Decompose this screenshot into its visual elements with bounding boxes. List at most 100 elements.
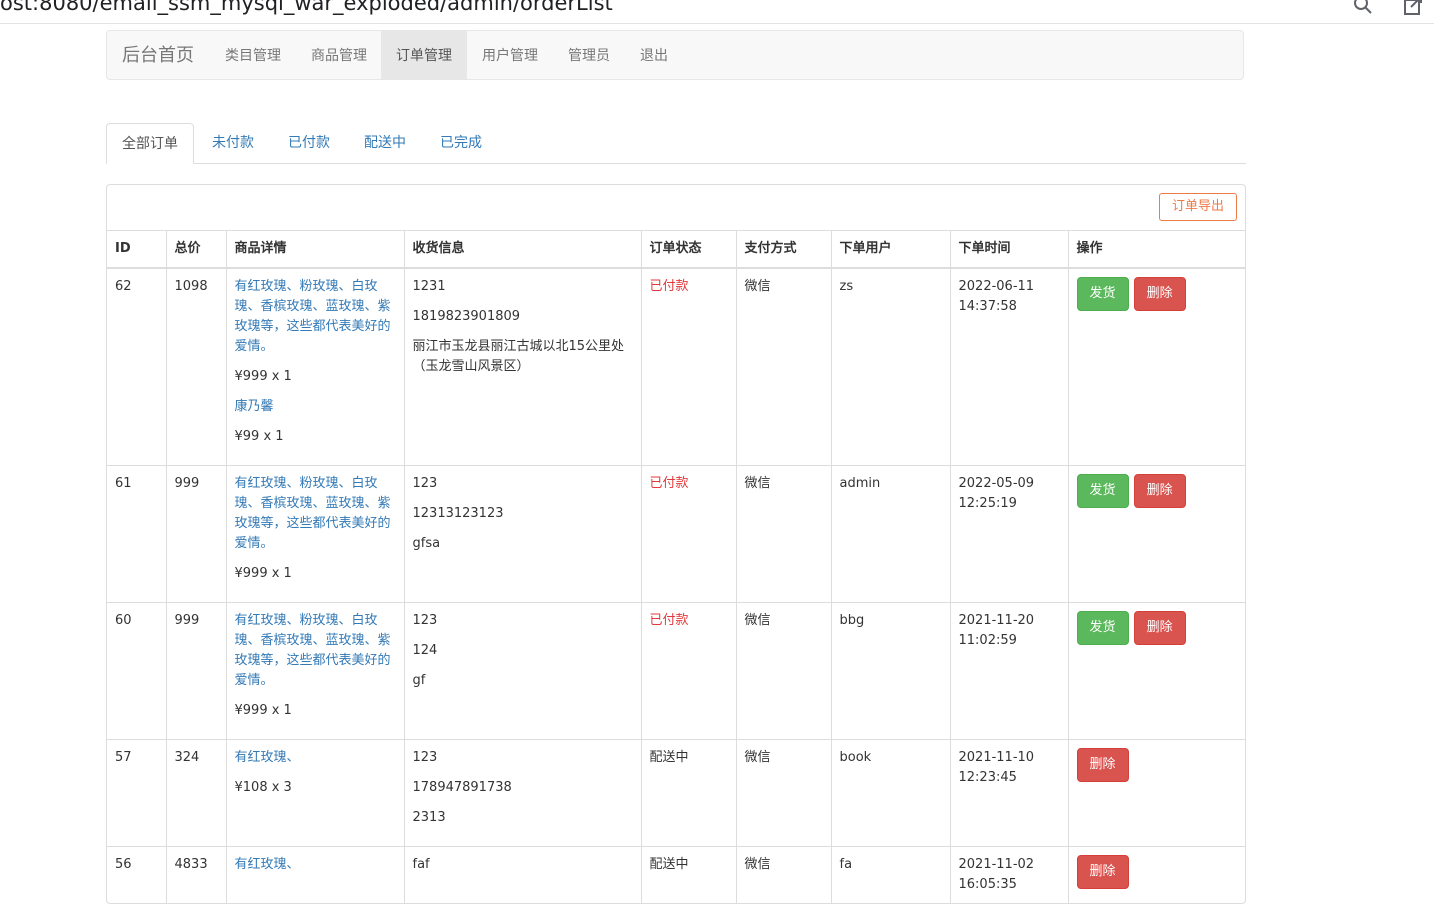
order-status: 配送中 (650, 857, 689, 872)
order-date: 2021-11-02 (959, 855, 1060, 875)
payment-method: 微信 (745, 857, 771, 872)
receiver-phone: 124 (413, 641, 633, 661)
order-date: 2021-11-20 (959, 611, 1060, 631)
ship-button[interactable]: 发货 (1077, 474, 1129, 508)
product-name-link[interactable]: 有红玫瑰、粉玫瑰、白玫瑰、香槟玫瑰、蓝玫瑰、紫玫瑰等，这些都代表美好的爱情。 (235, 277, 396, 357)
order-date: 2021-11-10 (959, 748, 1060, 768)
cell-id: 60 (107, 603, 166, 740)
payment-method: 微信 (745, 476, 771, 491)
ship-button[interactable]: 发货 (1077, 277, 1129, 311)
tab-all-orders[interactable]: 全部订单 (106, 123, 194, 164)
product-name-link[interactable]: 有红玫瑰、粉玫瑰、白玫瑰、香槟玫瑰、蓝玫瑰、紫玫瑰等，这些都代表美好的爱情。 (235, 474, 396, 554)
cell-shipping-info: 123124gf (404, 603, 641, 740)
nav-user-management[interactable]: 用户管理 (467, 31, 553, 79)
product-price-qty: ¥108 x 3 (235, 778, 396, 798)
cell-user: fa (831, 847, 950, 904)
order-user: zs (840, 279, 854, 294)
order-total: 4833 (175, 857, 208, 872)
table-row: 61999有红玫瑰、粉玫瑰、白玫瑰、香槟玫瑰、蓝玫瑰、紫玫瑰等，这些都代表美好的… (107, 466, 1245, 603)
delete-button[interactable]: 删除 (1134, 474, 1186, 508)
cell-status: 配送中 (641, 847, 736, 904)
order-user: book (840, 750, 872, 765)
receiver-address: gf (413, 671, 633, 691)
cell-payment: 微信 (736, 740, 831, 847)
zoom-icon[interactable] (1352, 0, 1374, 16)
cell-total: 4833 (166, 847, 226, 904)
order-user: bbg (840, 613, 865, 628)
cell-order-time: 2021-11-2011:02:59 (950, 603, 1068, 740)
order-user: fa (840, 857, 853, 872)
order-id: 61 (115, 476, 132, 491)
nav-logout[interactable]: 退出 (625, 31, 683, 79)
receiver-phone: 12313123123 (413, 504, 633, 524)
share-icon[interactable] (1402, 0, 1424, 16)
cell-id: 57 (107, 740, 166, 847)
product-price-qty: ¥999 x 1 (235, 564, 396, 584)
nav-product-management[interactable]: 商品管理 (296, 31, 382, 79)
cell-shipping-info: 1231789478917382313 (404, 740, 641, 847)
table-row: 564833有红玫瑰、faf配送中微信fa2021-11-0216:05:35删… (107, 847, 1245, 904)
orders-panel: 订单导出 ID 总价 商品详情 收货信息 订单状态 支付方式 下单用户 下单时间… (106, 184, 1246, 904)
tab-unpaid[interactable]: 未付款 (196, 123, 270, 163)
cell-user: book (831, 740, 950, 847)
cell-items: 有红玫瑰、 (226, 847, 404, 904)
order-date: 2022-05-09 (959, 474, 1060, 494)
cell-user: zs (831, 268, 950, 466)
cell-payment: 微信 (736, 466, 831, 603)
header-shipping-info: 收货信息 (404, 231, 641, 269)
order-user: admin (840, 476, 881, 491)
cell-total: 999 (166, 603, 226, 740)
cell-status: 已付款 (641, 268, 736, 466)
table-row: 621098有红玫瑰、粉玫瑰、白玫瑰、香槟玫瑰、蓝玫瑰、紫玫瑰等，这些都代表美好… (107, 268, 1245, 466)
product-name-link[interactable]: 康乃馨 (235, 397, 396, 417)
order-time: 12:23:45 (959, 768, 1060, 788)
delete-button[interactable]: 删除 (1134, 611, 1186, 645)
receiver-name: 1231 (413, 277, 633, 297)
payment-method: 微信 (745, 750, 771, 765)
browser-address-bar[interactable]: ost:8080/email_ssm_mysql_war_exploded/ad… (0, 0, 1434, 24)
ship-button[interactable]: 发货 (1077, 611, 1129, 645)
table-row: 57324有红玫瑰、¥108 x 31231789478917382313配送中… (107, 740, 1245, 847)
receiver-phone: 178947891738 (413, 778, 633, 798)
tab-paid[interactable]: 已付款 (272, 123, 346, 163)
cell-shipping-info: 12312313123123gfsa (404, 466, 641, 603)
product-name-link[interactable]: 有红玫瑰、 (235, 748, 396, 768)
cell-shipping-info: 12311819823901809丽江市玉龙县丽江古城以北15公里处（玉龙雪山风… (404, 268, 641, 466)
cell-items: 有红玫瑰、 ¥108 x 3 (226, 740, 404, 847)
cell-actions: 发货 删除 (1068, 603, 1245, 740)
receiver-name: 123 (413, 748, 633, 768)
payment-method: 微信 (745, 279, 771, 294)
header-items: 商品详情 (226, 231, 404, 269)
header-status: 订单状态 (641, 231, 736, 269)
header-id: ID (107, 231, 166, 269)
delete-button[interactable]: 删除 (1134, 277, 1186, 311)
cell-id: 61 (107, 466, 166, 603)
order-id: 60 (115, 613, 132, 628)
cell-payment: 微信 (736, 268, 831, 466)
brand-home-link[interactable]: 后台首页 (122, 31, 194, 81)
cell-id: 62 (107, 268, 166, 466)
tab-completed[interactable]: 已完成 (424, 123, 498, 163)
cell-actions: 发货 删除 (1068, 466, 1245, 603)
nav-category-management[interactable]: 类目管理 (210, 31, 296, 79)
delete-button[interactable]: 删除 (1077, 748, 1129, 782)
cell-payment: 微信 (736, 847, 831, 904)
order-id: 57 (115, 750, 132, 765)
url-text[interactable]: ost:8080/email_ssm_mysql_war_exploded/ad… (0, 0, 613, 15)
nav-order-management[interactable]: 订单管理 (381, 31, 467, 79)
cell-status: 已付款 (641, 603, 736, 740)
cell-items: 有红玫瑰、粉玫瑰、白玫瑰、香槟玫瑰、蓝玫瑰、紫玫瑰等，这些都代表美好的爱情。 ¥9… (226, 268, 404, 466)
tab-shipping[interactable]: 配送中 (348, 123, 422, 163)
order-id: 56 (115, 857, 132, 872)
header-actions: 操作 (1068, 231, 1245, 269)
product-name-link[interactable]: 有红玫瑰、 (235, 855, 396, 875)
order-time: 12:25:19 (959, 494, 1060, 514)
export-orders-button[interactable]: 订单导出 (1159, 193, 1237, 221)
order-status: 已付款 (650, 476, 689, 491)
product-price-qty: ¥999 x 1 (235, 367, 396, 387)
nav-admin[interactable]: 管理员 (553, 31, 625, 79)
cell-payment: 微信 (736, 603, 831, 740)
order-id: 62 (115, 279, 132, 294)
receiver-phone: 1819823901809 (413, 307, 633, 327)
product-name-link[interactable]: 有红玫瑰、粉玫瑰、白玫瑰、香槟玫瑰、蓝玫瑰、紫玫瑰等，这些都代表美好的爱情。 (235, 611, 396, 691)
